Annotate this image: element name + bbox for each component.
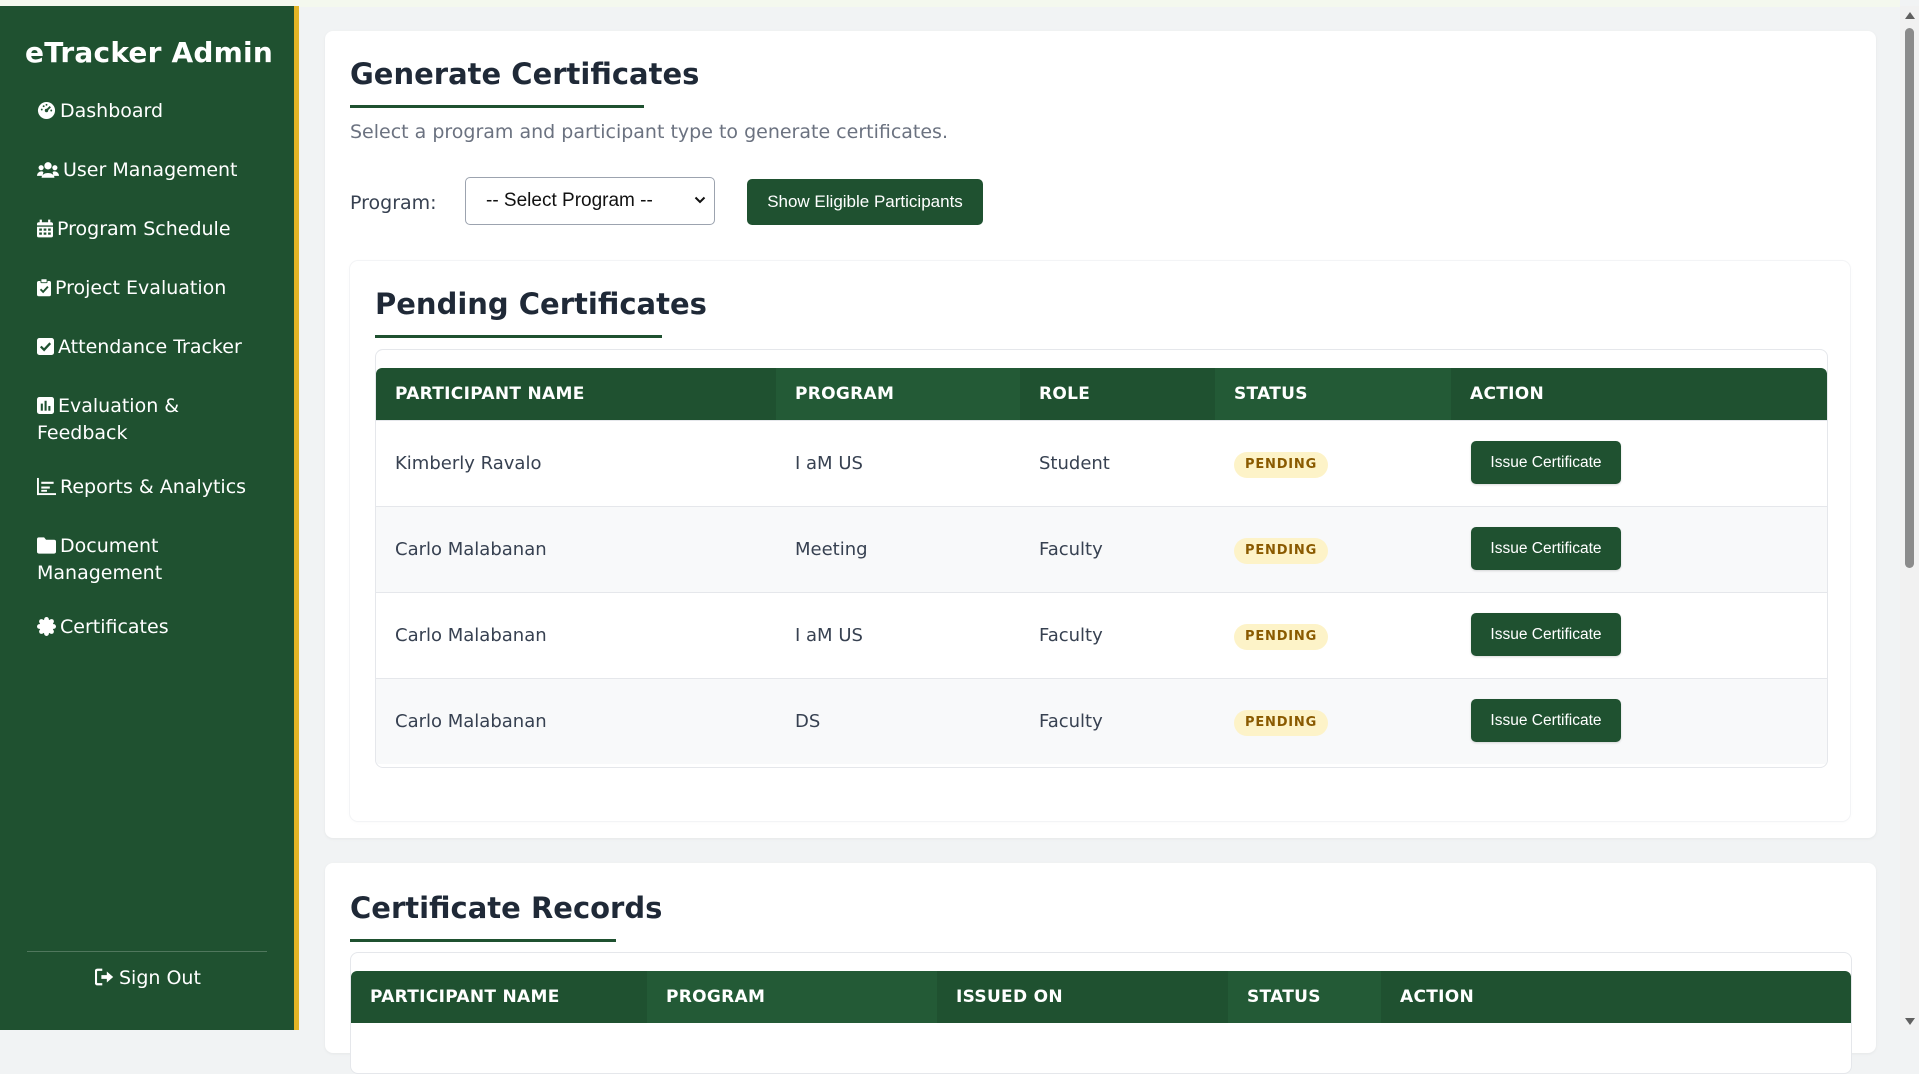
sign-out-label: Sign Out xyxy=(119,967,201,989)
table-row: Carlo Malabanan Meeting Faculty PENDING … xyxy=(376,506,1827,592)
pending-certificates-title: Pending Certificates xyxy=(375,287,707,321)
sidebar-item-label: Evaluation & xyxy=(58,395,180,417)
column-header-program: PROGRAM xyxy=(647,971,937,1023)
status-badge: PENDING xyxy=(1234,624,1329,650)
sidebar-item-document-management[interactable]: Document Management xyxy=(37,533,267,587)
participant-name: Kimberly Ravalo xyxy=(395,453,542,474)
participant-name: Carlo Malabanan xyxy=(395,711,547,732)
column-header-program: PROGRAM xyxy=(776,368,1020,420)
poll-chart-icon xyxy=(37,397,54,414)
participant-name: Carlo Malabanan xyxy=(395,539,547,560)
sidebar-item-project-evaluation[interactable]: Project Evaluation xyxy=(37,275,267,302)
program-name: I aM US xyxy=(795,625,863,646)
pending-certificates-section: Pending Certificates PARTICIPANT NAME PR… xyxy=(350,261,1850,821)
check-square-icon xyxy=(37,338,54,355)
issue-certificate-button[interactable]: Issue Certificate xyxy=(1471,699,1621,742)
calendar-icon xyxy=(37,219,53,238)
column-header-participant-name: PARTICIPANT NAME xyxy=(370,987,560,1007)
sidebar-item-label: Reports & Analytics xyxy=(60,476,247,498)
sidebar-item-label: Document xyxy=(60,535,159,557)
issue-certificate-button[interactable]: Issue Certificate xyxy=(1471,613,1621,656)
sidebar-item-label: Certificates xyxy=(60,616,169,638)
table-row: Kimberly Ravalo I aM US Student PENDING … xyxy=(376,420,1827,506)
table-row: Carlo Malabanan I aM US Faculty PENDING … xyxy=(376,592,1827,678)
status-badge: PENDING xyxy=(1234,452,1329,478)
program-name: DS xyxy=(795,711,821,732)
column-header-action: ACTION xyxy=(1400,987,1475,1007)
issue-certificate-button[interactable]: Issue Certificate xyxy=(1471,441,1621,484)
generate-certificates-card: Generate Certificates Select a program a… xyxy=(325,31,1876,838)
scroll-up-arrow-icon[interactable] xyxy=(1905,12,1915,19)
sidebar-item-certificates[interactable]: Certificates xyxy=(37,614,267,641)
title-underline xyxy=(375,335,662,338)
sidebar-item-reports-analytics[interactable]: Reports & Analytics xyxy=(37,474,267,501)
clipboard-check-icon xyxy=(37,278,51,297)
participant-name: Carlo Malabanan xyxy=(395,625,547,646)
table-row: Carlo Malabanan DS Faculty PENDING Issue… xyxy=(376,678,1827,764)
role: Faculty xyxy=(1039,625,1103,646)
sidebar-item-label: Program Schedule xyxy=(57,218,231,240)
role: Faculty xyxy=(1039,539,1103,560)
chevron-down-icon xyxy=(694,196,706,204)
sidebar-item-label: User Management xyxy=(63,159,238,181)
sign-out-button[interactable]: Sign Out xyxy=(94,967,201,989)
dashboard-gauge-icon xyxy=(37,101,56,120)
column-header-action: ACTION xyxy=(1470,384,1545,404)
column-header-status: STATUS xyxy=(1215,368,1451,420)
generate-subtitle: Select a program and participant type to… xyxy=(350,121,948,143)
status-badge: PENDING xyxy=(1234,710,1329,736)
line-chart-icon xyxy=(37,477,56,496)
scrollbar-thumb[interactable] xyxy=(1905,28,1914,568)
program-select[interactable]: -- Select Program -- xyxy=(465,177,715,225)
program-label: Program: xyxy=(350,192,437,214)
certificate-records-table: PARTICIPANT NAME PROGRAM ISSUED ON STATU… xyxy=(350,952,1852,1074)
column-header-issued-on: ISSUED ON xyxy=(956,987,1063,1007)
issue-certificate-button[interactable]: Issue Certificate xyxy=(1471,527,1621,570)
role: Student xyxy=(1039,453,1110,474)
sign-out-icon xyxy=(94,968,114,986)
table-header: PARTICIPANT NAME PROGRAM ISSUED ON STATU… xyxy=(351,971,1851,1023)
sidebar-item-attendance-tracker[interactable]: Attendance Tracker xyxy=(37,334,267,361)
sidebar-item-program-schedule[interactable]: Program Schedule xyxy=(37,216,267,243)
table-header: PARTICIPANT NAME PROGRAM ROLE STATUS ACT… xyxy=(376,368,1827,420)
sidebar-item-label-line2: Feedback xyxy=(37,422,128,444)
certificate-icon xyxy=(37,617,56,636)
certificate-records-title: Certificate Records xyxy=(350,891,663,925)
sidebar-item-dashboard[interactable]: Dashboard xyxy=(37,98,267,125)
pending-certificates-table: PARTICIPANT NAME PROGRAM ROLE STATUS ACT… xyxy=(375,349,1828,768)
program-select-value: -- Select Program -- xyxy=(486,190,653,211)
column-header-role: ROLE xyxy=(1039,384,1091,404)
sidebar-item-label: Project Evaluation xyxy=(55,277,227,299)
title-underline xyxy=(350,939,616,942)
role: Faculty xyxy=(1039,711,1103,732)
sidebar-item-label: Attendance Tracker xyxy=(58,336,242,358)
certificate-records-card: Certificate Records PARTICIPANT NAME PRO… xyxy=(325,863,1876,1074)
sidebar: eTracker Admin Dashboard User Management… xyxy=(0,6,294,1030)
sidebar-item-label-line2: Management xyxy=(37,562,163,584)
sidebar-accent-border xyxy=(294,6,299,1030)
show-eligible-participants-button[interactable]: Show Eligible Participants xyxy=(747,179,983,225)
column-header-status: STATUS xyxy=(1228,971,1381,1023)
folder-icon xyxy=(37,537,56,554)
brand-title: eTracker Admin xyxy=(25,36,273,69)
title-underline xyxy=(350,105,644,108)
sidebar-item-evaluation-feedback[interactable]: Evaluation & Feedback xyxy=(37,393,267,447)
sidebar-item-label: Dashboard xyxy=(60,100,164,122)
page-scrollbar[interactable] xyxy=(1900,6,1919,1030)
program-name: I aM US xyxy=(795,453,863,474)
column-header-participant-name: PARTICIPANT NAME xyxy=(395,384,585,404)
users-icon xyxy=(37,162,59,178)
generate-certificates-title: Generate Certificates xyxy=(350,57,700,91)
program-name: Meeting xyxy=(795,539,868,560)
sidebar-divider xyxy=(27,951,267,952)
scroll-down-arrow-icon[interactable] xyxy=(1905,1018,1915,1025)
status-badge: PENDING xyxy=(1234,538,1329,564)
sidebar-item-user-management[interactable]: User Management xyxy=(37,157,267,184)
